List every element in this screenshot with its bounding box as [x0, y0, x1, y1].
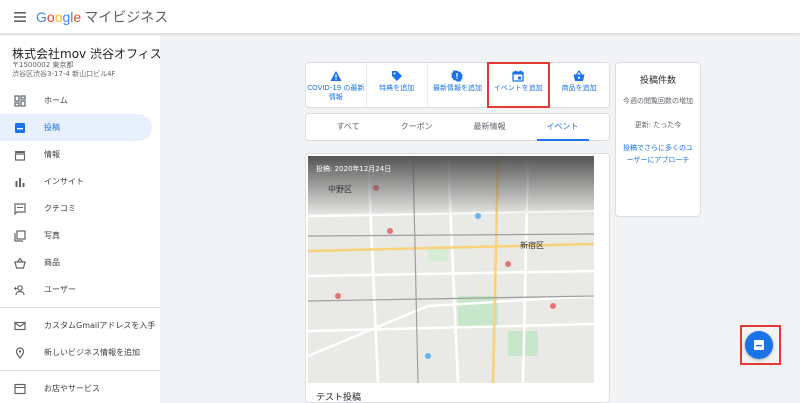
sidebar-item-info[interactable]: 情報 — [0, 141, 160, 168]
sidebar-item-label: 商品 — [44, 258, 60, 267]
add-offer-button[interactable]: 特典を追加 — [367, 63, 428, 107]
post-actions-bar: COVID-19 の最新情報 特典を追加 最新情報を追加 イベントを追加 商品を… — [305, 62, 610, 108]
sidebar-item-users[interactable]: ユーザー — [0, 276, 160, 303]
stats-reach-link[interactable]: 投稿でさらに多くのユーザーにアプローチ — [616, 142, 700, 166]
sidebar-item-gmail[interactable]: カスタムGmailアドレスを入手 — [0, 312, 160, 339]
store-info-icon — [14, 149, 26, 161]
sidebar-item-posts[interactable]: 投稿 — [0, 114, 152, 141]
tab-all[interactable]: すべて — [332, 113, 363, 141]
insights-bar-icon — [14, 176, 26, 188]
sidebar-item-label: お店やサービス — [44, 384, 100, 393]
sidebar-item-insights[interactable]: インサイト — [0, 168, 160, 195]
tab-events[interactable]: イベント — [536, 113, 589, 141]
sidebar-item-add-business[interactable]: 新しいビジネス情報を追加 — [0, 339, 160, 366]
sidebar-item-stores[interactable]: お店やサービス — [0, 375, 160, 402]
sidebar-item-label: 新しいビジネス情報を追加 — [44, 348, 140, 357]
sidebar-divider — [0, 370, 160, 371]
sidebar-item-products[interactable]: 商品 — [0, 249, 160, 276]
mail-icon — [14, 320, 26, 332]
post-fab-icon — [754, 340, 764, 350]
map-label-shinjuku: 新宿区 — [520, 241, 544, 250]
product-name: マイビジネス — [84, 9, 169, 25]
add-user-icon — [14, 284, 26, 296]
map-label-nakano: 中野区 — [328, 185, 352, 194]
post-map-image: 投稿: 2020年12月24日 中野区 新宿区 — [308, 156, 594, 383]
post-card[interactable]: 投稿: 2020年12月24日 中野区 新宿区 テスト投稿 — [305, 153, 610, 403]
business-name: 株式会社mov 渋谷オフィス — [12, 47, 162, 61]
add-product-button[interactable]: 商品を追加 — [549, 63, 609, 107]
covid-update-button[interactable]: COVID-19 の最新情報 — [306, 63, 367, 107]
sidebar-item-label: 情報 — [44, 150, 60, 159]
storefront-icon — [14, 383, 26, 395]
sidebar-nav: ホーム 投稿 情報 インサイト クチコミ 写真 商品 ユーザー カスタムGmai… — [0, 87, 160, 402]
main-content: COVID-19 の最新情報 特典を追加 最新情報を追加 イベントを追加 商品を… — [160, 35, 800, 403]
post-title: テスト投稿 — [316, 393, 362, 403]
sidebar: 株式会社mov 渋谷オフィス 〒1500002 東京都 渋谷区渋谷3-17-4 … — [0, 35, 162, 403]
stats-title: 投稿件数 — [639, 76, 676, 86]
basket-icon — [573, 70, 585, 82]
sidebar-item-label: インサイト — [44, 177, 84, 186]
location-pin-icon — [14, 346, 26, 359]
tab-updates[interactable]: 最新情報 — [470, 113, 510, 141]
business-address: 〒1500002 東京都 渋谷区渋谷3-17-4 新山口ビル4F — [12, 61, 116, 78]
sidebar-item-photos[interactable]: 写真 — [0, 222, 160, 249]
warning-icon — [330, 70, 342, 82]
post-stats-card: 投稿件数 今週の閲覧回数の増加 更新: たった今 投稿でさらに多くのユーザーにア… — [615, 62, 701, 217]
posts-icon — [14, 122, 26, 134]
stats-description: 今週の閲覧回数の増加 — [623, 97, 693, 105]
reviews-icon — [14, 202, 26, 215]
post-date: 投稿: 2020年12月24日 — [316, 165, 392, 173]
create-post-fab[interactable] — [745, 331, 773, 359]
tag-icon — [391, 70, 403, 82]
google-my-business-logo[interactable]: Google マイビジネス — [36, 7, 168, 27]
add-update-button[interactable]: 最新情報を追加 — [428, 63, 489, 107]
sidebar-item-label: 写真 — [44, 231, 60, 240]
products-basket-icon — [14, 256, 26, 269]
top-app-bar: Google マイビジネス — [0, 0, 800, 34]
update-badge-icon — [451, 70, 464, 82]
sidebar-item-label: ユーザー — [44, 285, 76, 294]
hamburger-menu-icon[interactable] — [12, 9, 28, 25]
post-filter-tabs: すべて クーポン 最新情報 イベント — [305, 113, 610, 141]
sidebar-item-label: クチコミ — [44, 204, 76, 213]
sidebar-item-label: カスタムGmailアドレスを入手 — [44, 321, 156, 330]
add-event-button[interactable]: イベントを追加 — [487, 62, 551, 108]
sidebar-item-home[interactable]: ホーム — [0, 87, 160, 114]
sidebar-item-reviews[interactable]: クチコミ — [0, 195, 160, 222]
tab-coupon[interactable]: クーポン — [397, 113, 437, 141]
calendar-icon — [512, 70, 524, 82]
sidebar-item-label: 投稿 — [44, 123, 60, 132]
sidebar-divider — [0, 307, 160, 308]
stats-updated: 更新: たった今 — [634, 121, 682, 129]
sidebar-item-label: ホーム — [44, 96, 68, 105]
dashboard-icon — [14, 94, 26, 107]
photos-icon — [14, 229, 26, 242]
